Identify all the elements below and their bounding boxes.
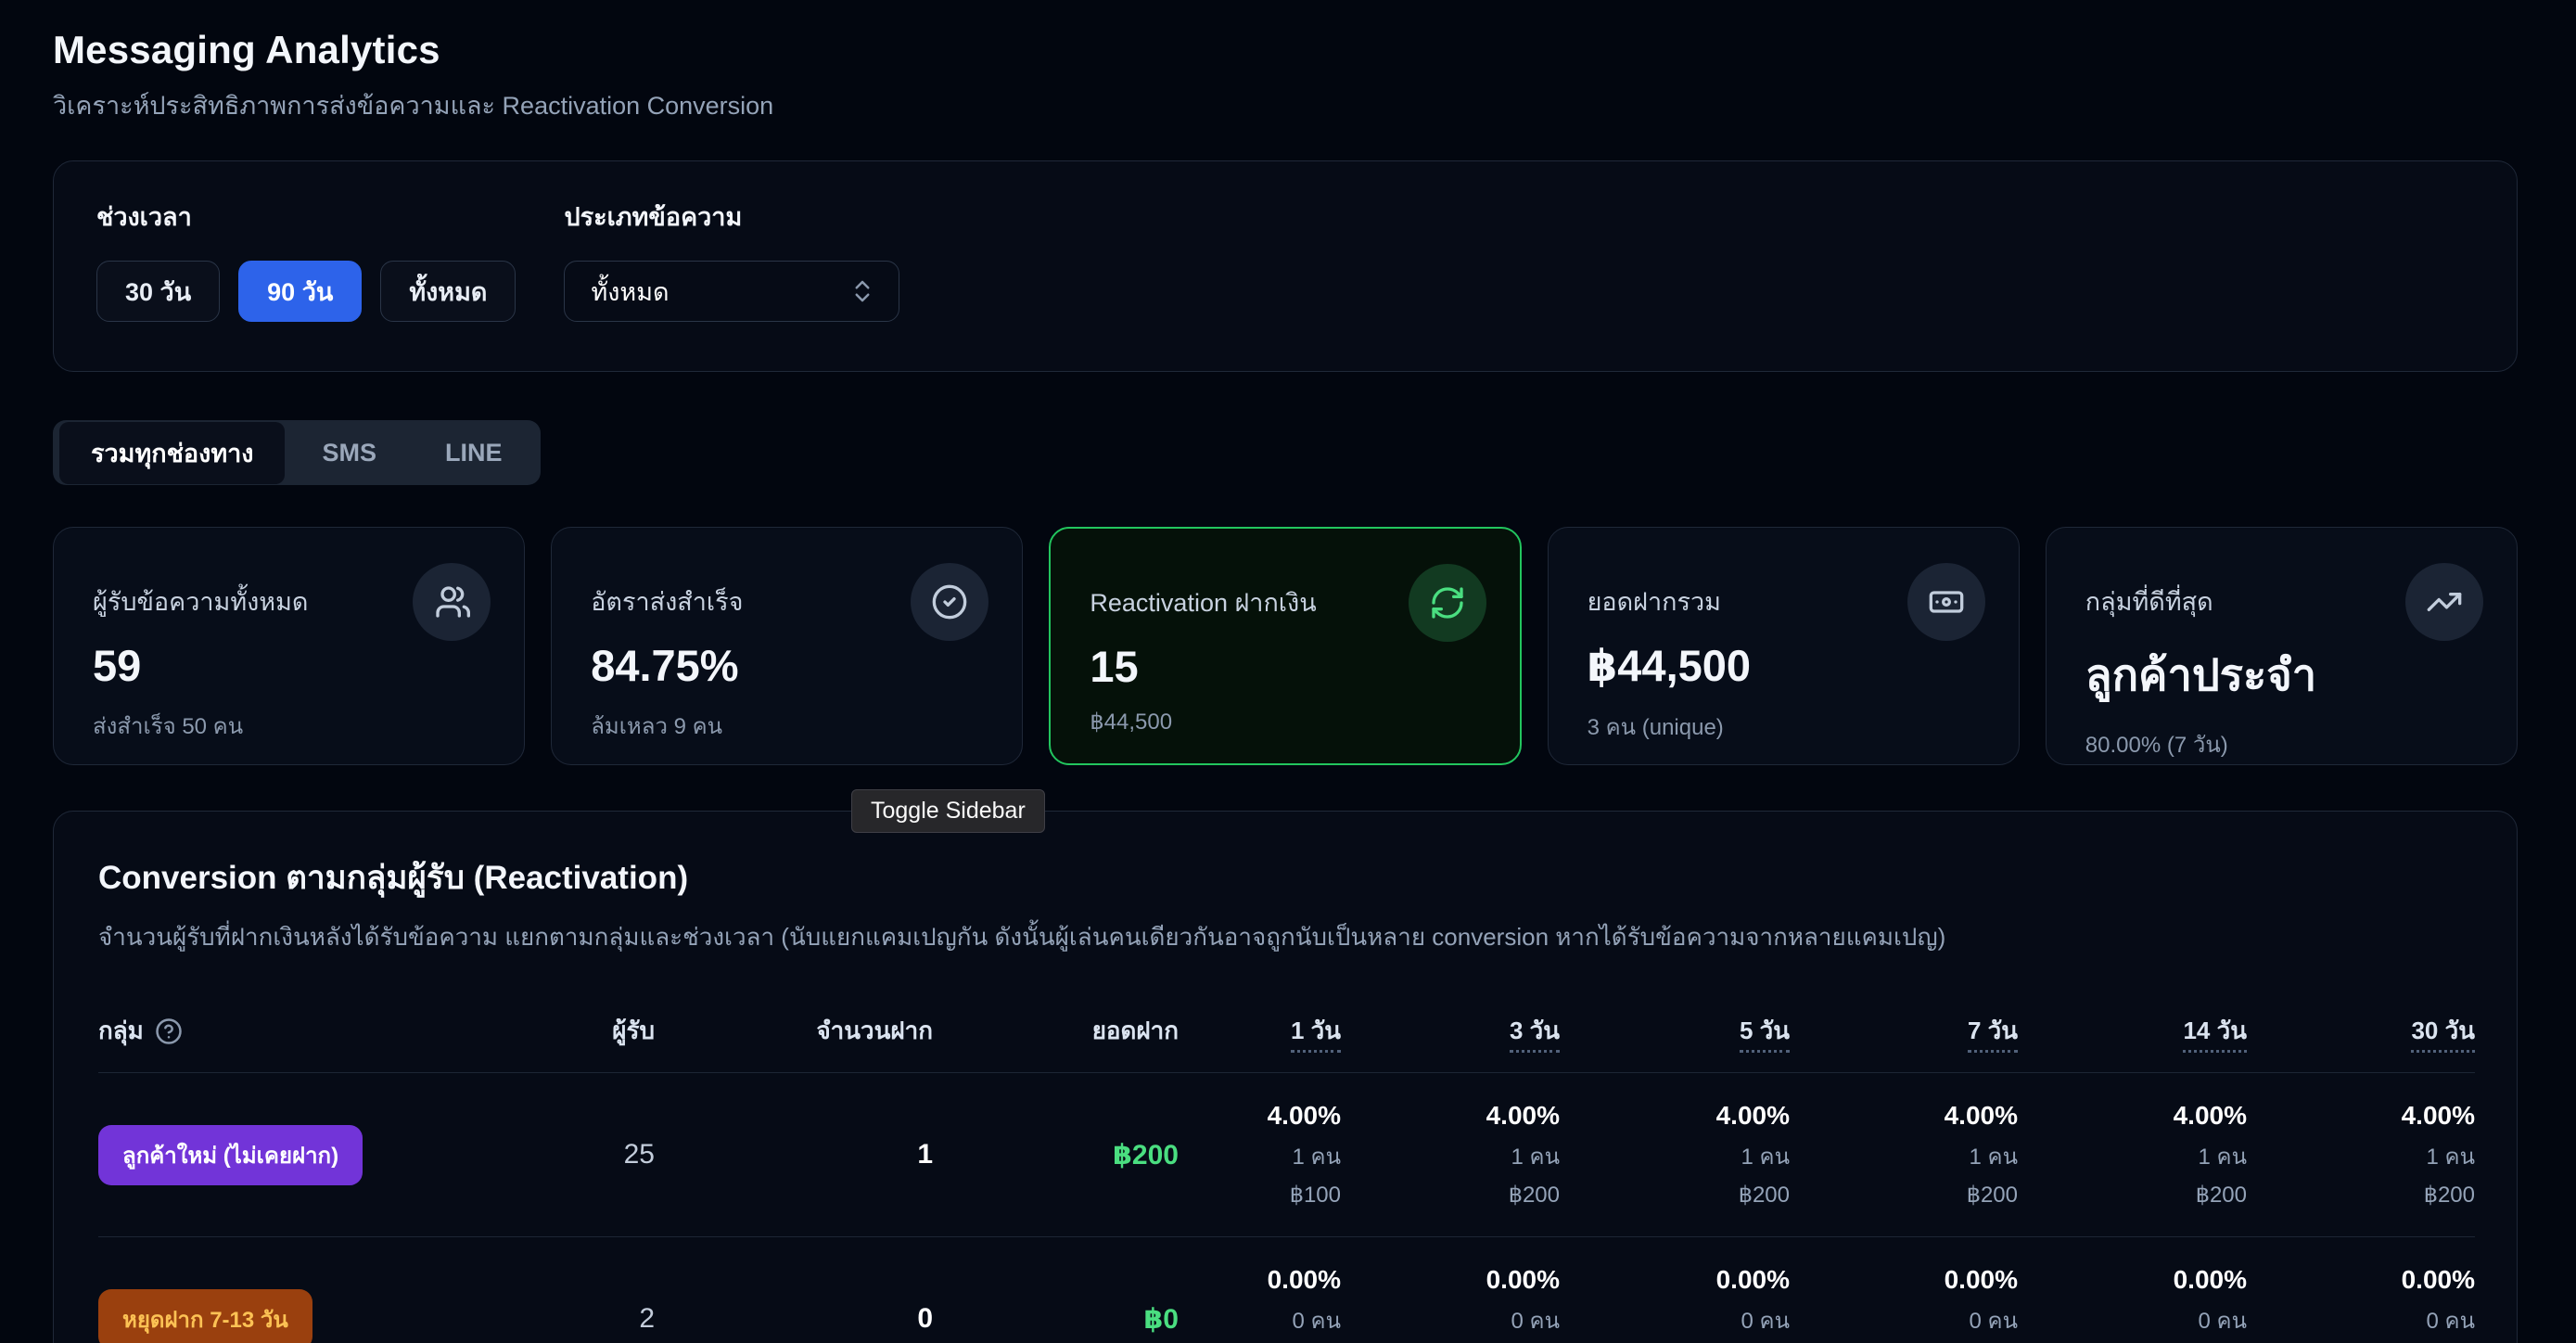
check-circle-icon bbox=[911, 563, 988, 641]
trending-up-icon bbox=[2405, 563, 2483, 641]
recipients-value: 25 bbox=[624, 1139, 655, 1170]
day-cell-30: 4.00% 1 คน ฿200 bbox=[2247, 1073, 2475, 1237]
stat-card-subtext: ส่งสำเร็จ 50 คน bbox=[93, 708, 485, 744]
tab-line[interactable]: LINE bbox=[414, 428, 534, 479]
day-cell-1: 0.00% 0 คน ฿0 bbox=[1179, 1237, 1341, 1343]
message-type-select[interactable]: ทั้งหมด bbox=[564, 261, 899, 322]
conversion-table: กลุ่ม ผู้รับ จำนวนฝาก ยอดฝาก 1 วัน 3 วัน… bbox=[98, 999, 2475, 1343]
stat-card-value: 15 bbox=[1090, 641, 1480, 692]
stat-card-total-recipients: ผู้รับข้อความทั้งหมด 59 ส่งสำเร็จ 50 คน bbox=[53, 527, 525, 765]
stat-card-total-deposit: ยอดฝากรวม ฿44,500 3 คน (unique) bbox=[1548, 527, 2020, 765]
stat-card-title: กลุ่มที่ดีที่สุด bbox=[2085, 565, 2401, 621]
day-cell-3: 0.00% 0 คน ฿0 bbox=[1341, 1237, 1560, 1343]
day-cell-7: 4.00% 1 คน ฿200 bbox=[1790, 1073, 2018, 1237]
stat-card-value: ฿44,500 bbox=[1588, 640, 1980, 692]
stat-card-reactivation-deposits: Reactivation ฝากเงิน 15 ฿44,500 bbox=[1049, 527, 1521, 765]
stat-card-best-group: กลุ่มที่ดีที่สุด ลูกค้าประจำ 80.00% (7 ว… bbox=[2046, 527, 2518, 765]
header-deposit-count: จำนวนฝาก bbox=[655, 999, 933, 1073]
message-type-selected-value: ทั้งหมด bbox=[591, 272, 669, 312]
day-cell-5: 0.00% 0 คน ฿0 bbox=[1560, 1237, 1790, 1343]
day-cell-1: 4.00% 1 คน ฿100 bbox=[1179, 1073, 1341, 1237]
day-cell-3: 4.00% 1 คน ฿200 bbox=[1341, 1073, 1560, 1237]
time-range-filter: ช่วงเวลา 30 วัน 90 วัน ทั้งหมด bbox=[96, 197, 516, 336]
conversion-description: จำนวนผู้รับที่ฝากเงินหลังได้รับข้อความ แ… bbox=[98, 918, 2472, 956]
day-cell-5: 4.00% 1 คน ฿200 bbox=[1560, 1073, 1790, 1237]
table-row-stopped-deposit-7-13: หยุดฝาก 7-13 วัน 2 0 ฿0 0.00% 0 คน ฿0 0.… bbox=[98, 1237, 2475, 1343]
table-header-row: กลุ่ม ผู้รับ จำนวนฝาก ยอดฝาก 1 วัน 3 วัน… bbox=[98, 999, 2475, 1073]
stat-card-subtext: 80.00% (7 วัน) bbox=[2085, 726, 2478, 762]
day-cell-7: 0.00% 0 คน ฿0 bbox=[1790, 1237, 2018, 1343]
header-deposit-amount: ยอดฝาก bbox=[933, 999, 1179, 1073]
day-cell-30: 0.00% 0 คน ฿0 bbox=[2247, 1237, 2475, 1343]
refresh-icon bbox=[1409, 564, 1486, 642]
stat-card-success-rate: อัตราส่งสำเร็จ 84.75% ล้มเหลว 9 คน bbox=[551, 527, 1023, 765]
message-type-filter: ประเภทข้อความ ทั้งหมด bbox=[564, 197, 899, 336]
page-subtitle: วิเคราะห์ประสิทธิภาพการส่งข้อความและ Rea… bbox=[53, 85, 2518, 125]
messaging-analytics-page: Messaging Analytics วิเคราะห์ประสิทธิภาพ… bbox=[0, 0, 2576, 1343]
recipients-value: 2 bbox=[639, 1303, 655, 1334]
stat-cards-row: ผู้รับข้อความทั้งหมด 59 ส่งสำเร็จ 50 คน … bbox=[53, 527, 2518, 765]
stat-card-value: 59 bbox=[93, 640, 485, 691]
users-icon bbox=[413, 563, 491, 641]
time-range-30d-button[interactable]: 30 วัน bbox=[96, 261, 220, 322]
time-range-button-group: 30 วัน 90 วัน ทั้งหมด bbox=[96, 261, 516, 322]
page-title: Messaging Analytics bbox=[53, 28, 2518, 72]
header-group-label: กลุ่ม bbox=[98, 1012, 144, 1050]
channel-tabs: รวมทุกช่องทาง SMS LINE bbox=[53, 420, 541, 485]
stat-card-title: Reactivation ฝากเงิน bbox=[1090, 566, 1405, 622]
day-cell-14: 0.00% 0 คน ฿0 bbox=[2018, 1237, 2247, 1343]
day-cell-14: 4.00% 1 คน ฿200 bbox=[2018, 1073, 2247, 1237]
group-badge: ลูกค้าใหม่ (ไม่เคยฝาก) bbox=[98, 1125, 363, 1185]
tab-sms[interactable]: SMS bbox=[290, 428, 408, 479]
header-day-7: 7 วัน bbox=[1790, 999, 2018, 1073]
stat-card-subtext: 3 คน (unique) bbox=[1588, 709, 1980, 745]
help-icon[interactable] bbox=[155, 1017, 183, 1045]
toggle-sidebar-tooltip: Toggle Sidebar bbox=[851, 789, 1045, 833]
stat-card-value: ลูกค้าประจำ bbox=[2085, 640, 2478, 710]
deposit-count-value: 0 bbox=[917, 1303, 933, 1334]
stat-card-title: ผู้รับข้อความทั้งหมด bbox=[93, 565, 408, 621]
group-badge: หยุดฝาก 7-13 วัน bbox=[98, 1289, 312, 1343]
tab-all-channels[interactable]: รวมทุกช่องทาง bbox=[59, 422, 285, 484]
stat-card-subtext: ฿44,500 bbox=[1090, 709, 1480, 735]
stat-card-title: ยอดฝากรวม bbox=[1588, 565, 1903, 621]
header-group: กลุ่ม bbox=[98, 999, 516, 1073]
time-range-label: ช่วงเวลา bbox=[96, 197, 516, 237]
deposit-amount-value: ฿200 bbox=[1113, 1140, 1179, 1170]
table-row-new-customers: ลูกค้าใหม่ (ไม่เคยฝาก) 25 1 ฿200 4.00% 1… bbox=[98, 1073, 2475, 1237]
conversion-panel: Conversion ตามกลุ่มผู้รับ (Reactivation)… bbox=[53, 811, 2518, 1343]
header-recipients: ผู้รับ bbox=[516, 999, 655, 1073]
filter-panel: ช่วงเวลา 30 วัน 90 วัน ทั้งหมด ประเภทข้อ… bbox=[53, 160, 2518, 372]
stat-card-value: 84.75% bbox=[591, 640, 983, 691]
header-day-5: 5 วัน bbox=[1560, 999, 1790, 1073]
time-range-all-button[interactable]: ทั้งหมด bbox=[380, 261, 516, 322]
header-day-14: 14 วัน bbox=[2018, 999, 2247, 1073]
stat-card-title: อัตราส่งสำเร็จ bbox=[591, 565, 906, 621]
header-day-3: 3 วัน bbox=[1341, 999, 1560, 1073]
time-range-90d-button[interactable]: 90 วัน bbox=[238, 261, 362, 322]
banknote-icon bbox=[1907, 563, 1985, 641]
header-day-30: 30 วัน bbox=[2247, 999, 2475, 1073]
deposit-amount-value: ฿0 bbox=[1143, 1304, 1179, 1335]
conversion-title: Conversion ตามกลุ่มผู้รับ (Reactivation) bbox=[98, 852, 2472, 903]
message-type-label: ประเภทข้อความ bbox=[564, 197, 899, 237]
header-day-1: 1 วัน bbox=[1179, 999, 1341, 1073]
chevrons-up-down-icon bbox=[848, 277, 876, 305]
deposit-count-value: 1 bbox=[917, 1139, 933, 1170]
stat-card-subtext: ล้มเหลว 9 คน bbox=[591, 708, 983, 744]
